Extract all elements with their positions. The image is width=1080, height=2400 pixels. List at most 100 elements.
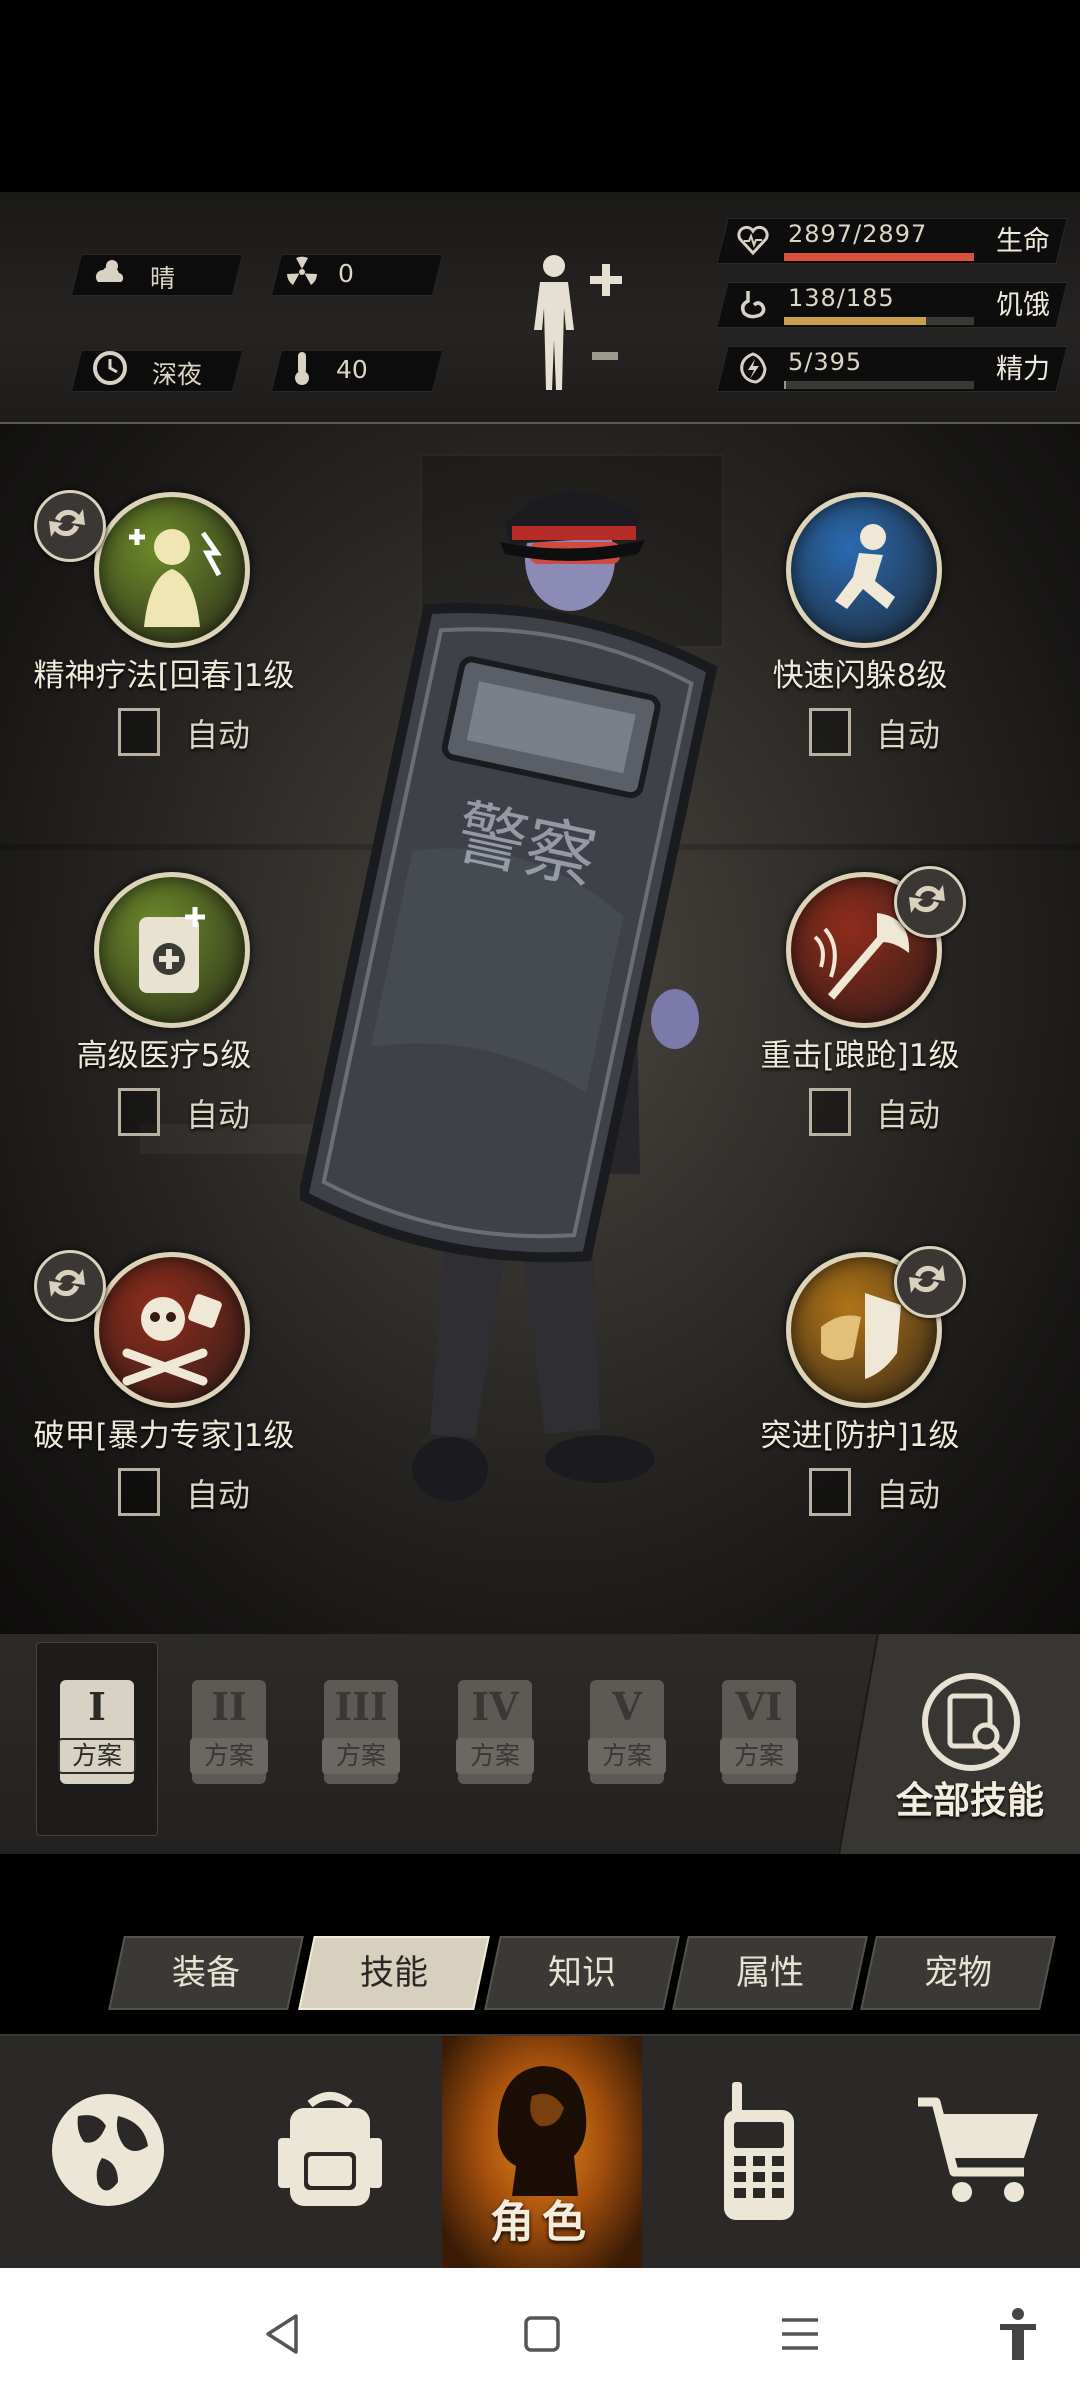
tab-pets[interactable]: 宠物 xyxy=(860,1936,1056,2010)
energy-bar-fill xyxy=(784,381,787,389)
nav-world[interactable] xyxy=(0,2036,220,2270)
skill-slot-left-1[interactable]: 精神疗法[回春]1级 自动 xyxy=(34,490,334,792)
heart-icon xyxy=(737,225,769,256)
back-icon[interactable] xyxy=(262,2312,302,2356)
skill-name-left-3: 破甲[暴力专家]1级 xyxy=(33,1418,295,1454)
tab-label: 宠物 xyxy=(924,1953,992,1993)
plan-tab-6[interactable]: VI 方案 xyxy=(716,1674,802,1788)
auto-checkbox[interactable] xyxy=(118,708,160,756)
health-label: 生命 xyxy=(996,226,1050,257)
hunger-value: 138/185 xyxy=(788,284,895,312)
role-icon xyxy=(497,2066,587,2196)
swap-icon[interactable] xyxy=(34,490,106,562)
plan-numeral: V xyxy=(612,1684,642,1729)
clock-icon xyxy=(93,351,127,385)
all-skills-button[interactable]: 全部技能 xyxy=(870,1672,1070,1822)
auto-label: 自动 xyxy=(186,1476,251,1514)
swap-icon[interactable] xyxy=(894,1246,966,1318)
plan-label: 方案 xyxy=(720,1738,798,1774)
skill-slot-right-1[interactable]: 快速闪躲8级 自动 xyxy=(724,492,1024,792)
radiation-value: 0 xyxy=(338,259,354,288)
nav-shop[interactable] xyxy=(864,2036,1080,2270)
bottom-nav: 角色 xyxy=(0,2034,1080,2270)
health-value: 2897/2897 xyxy=(788,220,928,248)
auto-label: 自动 xyxy=(876,1476,941,1514)
auto-checkbox[interactable] xyxy=(809,1088,851,1136)
stomach-icon xyxy=(740,291,766,319)
plan-label: 方案 xyxy=(456,1738,534,1774)
all-skills-label: 全部技能 xyxy=(896,1779,1044,1822)
hunger-bar-fill xyxy=(784,317,926,325)
auto-label: 自动 xyxy=(876,1096,941,1134)
character-scene: 警察 精神疗法[回春]1级 自动 高级医疗5级 自动 破甲[暴力专家]1级 自动 xyxy=(0,424,1080,1634)
skill-slot-left-3[interactable]: 破甲[暴力专家]1级 自动 xyxy=(34,1250,334,1552)
plan-tab-5[interactable]: V 方案 xyxy=(584,1674,670,1788)
swap-icon[interactable] xyxy=(894,866,966,938)
hunger-label: 饥饿 xyxy=(996,290,1050,321)
skill-slot-left-2[interactable]: 高级医疗5级 自动 xyxy=(34,872,334,1172)
auto-checkbox[interactable] xyxy=(809,1468,851,1516)
plan-label: 方案 xyxy=(58,1738,136,1774)
skill-name-right-1: 快速闪躲8级 xyxy=(772,658,948,694)
temperature-value: 40 xyxy=(336,355,368,384)
tab-label: 知识 xyxy=(548,1953,616,1993)
meditation-icon[interactable] xyxy=(94,492,250,648)
plan-tab-1[interactable]: I 方案 xyxy=(54,1674,140,1788)
walkie-talkie-icon xyxy=(724,2082,794,2220)
radiation-icon xyxy=(287,256,317,285)
hunger-stat: 138/185 饥饿 xyxy=(716,282,1068,328)
accessibility-icon[interactable] xyxy=(996,2306,1040,2362)
health-bar-fill xyxy=(784,253,974,261)
skills-search-icon xyxy=(922,1673,1020,1771)
tab-skills[interactable]: 技能 xyxy=(298,1936,490,2010)
health-stat: 2897/2897 生命 xyxy=(716,218,1068,264)
plan-tab-4[interactable]: IV 方案 xyxy=(452,1674,538,1788)
energy-label: 精力 xyxy=(996,354,1050,385)
tab-label: 技能 xyxy=(360,1953,428,1993)
home-icon[interactable] xyxy=(522,2312,562,2356)
skill-name-left-1: 精神疗法[回春]1级 xyxy=(33,658,295,694)
swap-icon[interactable] xyxy=(34,1250,106,1322)
tab-label: 装备 xyxy=(172,1953,240,1993)
medkit-icon[interactable] xyxy=(94,872,250,1028)
skill-slot-right-2[interactable]: 重击[踉跄]1级 自动 xyxy=(724,866,1024,1172)
plan-label: 方案 xyxy=(588,1738,666,1774)
tab-attributes[interactable]: 属性 xyxy=(672,1936,868,2010)
skill-name-right-3: 突进[防护]1级 xyxy=(760,1418,960,1454)
body-status-icon[interactable] xyxy=(518,250,628,400)
auto-checkbox[interactable] xyxy=(118,1088,160,1136)
skill-name-left-2: 高级医疗5级 xyxy=(76,1038,252,1074)
dodge-icon[interactable] xyxy=(786,492,942,648)
plan-numeral: III xyxy=(334,1684,388,1729)
tab-equipment[interactable]: 装备 xyxy=(108,1936,304,2010)
time-of-day-text: 深夜 xyxy=(152,360,203,389)
auto-checkbox[interactable] xyxy=(118,1468,160,1516)
nav-role[interactable]: 角色 xyxy=(442,2036,642,2270)
plan-numeral: IV xyxy=(471,1684,519,1729)
auto-checkbox[interactable] xyxy=(809,708,851,756)
plan-tab-2[interactable]: II 方案 xyxy=(186,1674,272,1788)
system-nav-bar xyxy=(0,2268,1080,2400)
cart-icon xyxy=(918,2097,1038,2202)
tab-label: 属性 xyxy=(736,1953,804,1993)
menu-icon[interactable] xyxy=(780,2312,820,2356)
skull-dice-icon[interactable] xyxy=(94,1252,250,1408)
skill-slot-right-3[interactable]: 突进[防护]1级 自动 xyxy=(724,1246,1024,1552)
nav-radio[interactable] xyxy=(644,2036,864,2270)
thermometer-icon xyxy=(295,352,309,385)
plan-label: 方案 xyxy=(190,1738,268,1774)
energy-stat: 5/395 精力 xyxy=(716,346,1068,392)
skill-plan-strip: I 方案 II 方案 III 方案 IV 方案 V 方案 VI 方案 全部技能 xyxy=(0,1634,1080,1854)
globe-icon xyxy=(52,2094,164,2206)
status-panel: 晴 0 深夜 40 2897/2897 生命 138/185 饥饿 5/395 … xyxy=(0,192,1080,424)
plan-numeral: I xyxy=(88,1684,106,1729)
plan-tab-3[interactable]: III 方案 xyxy=(318,1674,404,1788)
tab-knowledge[interactable]: 知识 xyxy=(484,1936,680,2010)
nav-role-label: 角色 xyxy=(490,2197,594,2248)
cloud-sun-icon xyxy=(95,260,124,282)
auto-label: 自动 xyxy=(876,716,941,754)
nav-backpack[interactable] xyxy=(220,2036,440,2270)
auto-label: 自动 xyxy=(186,716,251,754)
plan-numeral: II xyxy=(211,1684,247,1729)
skill-name-right-2: 重击[踉跄]1级 xyxy=(760,1038,960,1074)
